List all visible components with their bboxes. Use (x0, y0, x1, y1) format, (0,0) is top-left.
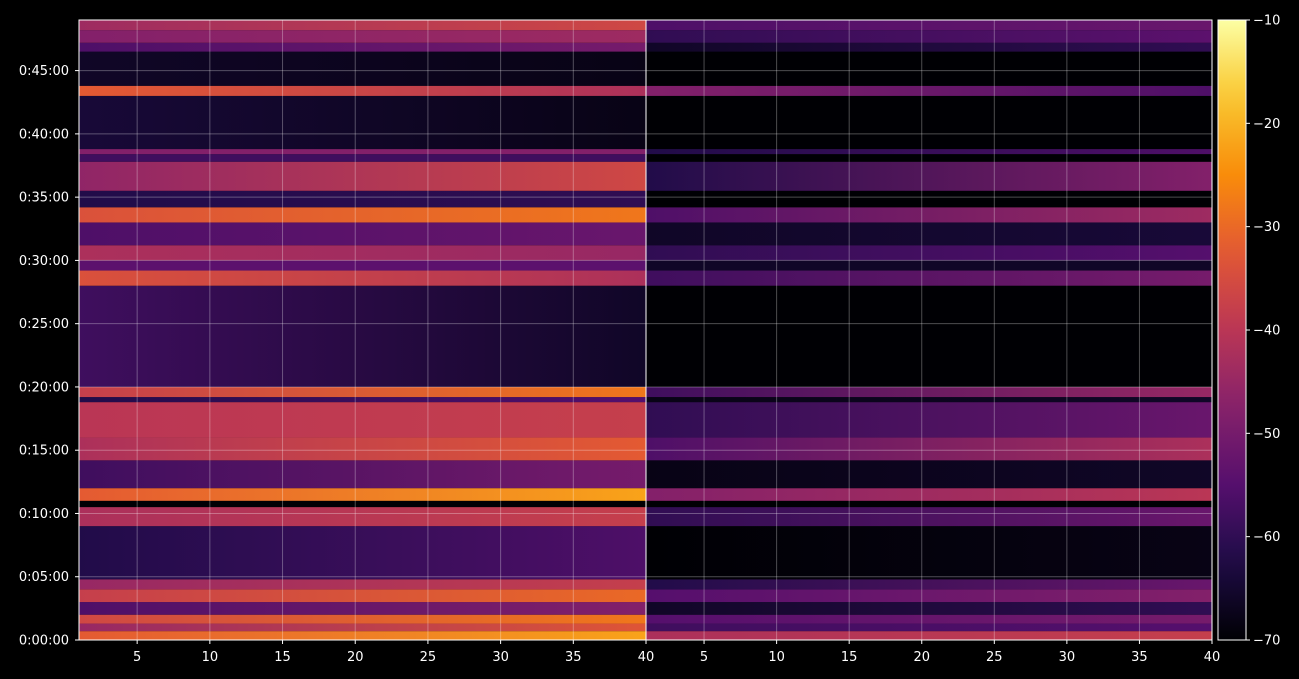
heatmap-band (79, 245, 646, 261)
heatmap-band (646, 207, 1212, 223)
heatmap-band (79, 602, 646, 615)
heatmap-band (79, 85, 646, 96)
heatmap-band (646, 154, 1212, 162)
heatmap-panel-left (79, 20, 646, 640)
heatmap-band (646, 402, 1212, 438)
y-tick-label: 0:15:00 (19, 444, 69, 459)
heatmap-band (646, 602, 1212, 615)
colorbar-tick-label: −40 (1253, 324, 1280, 339)
x-tick-label: 15 (274, 650, 291, 665)
heatmap-band (79, 270, 646, 286)
heatmap-band (646, 397, 1212, 403)
heatmap-band (79, 30, 646, 43)
heatmap-band (646, 507, 1212, 527)
heatmap-band (79, 161, 646, 191)
x-tick-label: 30 (1059, 650, 1076, 665)
heatmap-band (646, 85, 1212, 96)
heatmap-band (646, 30, 1212, 43)
heatmap-band (646, 488, 1212, 501)
heatmap-band (79, 149, 646, 155)
heatmap-band (79, 42, 646, 52)
x-tick-label: 25 (420, 650, 437, 665)
heatmap-band (79, 207, 646, 223)
heatmap-band (646, 270, 1212, 286)
colorbar-bar (1217, 19, 1247, 641)
heatmap-band (79, 190, 646, 208)
x-tick-label: 35 (1131, 650, 1148, 665)
heatmap-band (79, 437, 646, 461)
heatmap-band (646, 386, 1212, 398)
x-tick-label: 5 (700, 650, 708, 665)
heatmap-band (79, 614, 646, 624)
x-tick-label: 25 (986, 650, 1003, 665)
heatmap-band (646, 526, 1212, 580)
heatmap-band (79, 402, 646, 438)
x-tick-label: 20 (347, 650, 364, 665)
heatmap-band (646, 245, 1212, 261)
x-tick-label: 35 (565, 650, 582, 665)
heatmap-panel-right (646, 20, 1212, 640)
heatmap-band (79, 20, 646, 31)
heatmap-band (79, 285, 646, 387)
x-tick-label: 15 (841, 650, 858, 665)
heatmap-band (79, 386, 646, 398)
heatmap-band (646, 149, 1212, 155)
colorbar-tick-label: −60 (1253, 530, 1280, 545)
heatmap-band (646, 623, 1212, 632)
heatmap-band (646, 614, 1212, 624)
x-tick-label: 30 (492, 650, 509, 665)
y-tick-label: 0:00:00 (19, 634, 69, 649)
heatmap-band (646, 589, 1212, 603)
y-tick-label: 0:45:00 (19, 64, 69, 79)
x-tick-label: 40 (1204, 650, 1221, 665)
x-tick-label: 20 (913, 650, 930, 665)
colorbar-tick-label: −70 (1253, 634, 1280, 649)
heatmap-band (79, 589, 646, 603)
y-tick-label: 0:20:00 (19, 380, 69, 395)
heatmap-band (79, 460, 646, 489)
y-tick-label: 0:35:00 (19, 191, 69, 206)
heatmap-band (79, 526, 646, 580)
y-tick-label: 0:05:00 (19, 570, 69, 585)
spectrogram-chart: 0:00:00 0:05:00 0:10:00 0:15:00 0:20:00 0:25:… (0, 0, 1299, 679)
heatmap-band (646, 190, 1212, 208)
heatmap-band (646, 437, 1212, 461)
heatmap-band (79, 260, 646, 271)
colorbar-tick-label: −50 (1253, 427, 1280, 442)
y-tick-label: 0:10:00 (19, 507, 69, 522)
heatmap-band (646, 95, 1212, 150)
colorbar-tick-label: −30 (1253, 220, 1280, 235)
heatmap-band (79, 397, 646, 403)
x-tick-label: 10 (768, 650, 785, 665)
heatmap-band (646, 20, 1212, 31)
y-tick-label: 0:40:00 (19, 127, 69, 142)
heatmap-band (646, 631, 1212, 640)
heatmap-band (79, 623, 646, 632)
colorbar-tick-label: −10 (1253, 14, 1280, 29)
y-tick-label: 0:30:00 (19, 254, 69, 269)
x-tick-label: 40 (638, 650, 655, 665)
heatmap-band (646, 260, 1212, 271)
heatmap-band (646, 460, 1212, 489)
colorbar-tick-label: −20 (1253, 117, 1280, 132)
heatmap-band (79, 579, 646, 590)
x-tick-label: 10 (202, 650, 219, 665)
heatmap-band (79, 488, 646, 501)
heatmap-band (79, 507, 646, 527)
heatmap-band (79, 95, 646, 150)
heatmap-band (646, 579, 1212, 590)
heatmap-band (79, 51, 646, 86)
heatmap-band (646, 222, 1212, 246)
x-tick-label: 5 (133, 650, 141, 665)
heatmap-band (79, 154, 646, 162)
heatmap-band (646, 161, 1212, 191)
heatmap-band (79, 222, 646, 246)
heatmap-band (79, 631, 646, 640)
y-tick-label: 0:25:00 (19, 317, 69, 332)
heatmap-band (646, 285, 1212, 387)
heatmap-band (646, 42, 1212, 52)
heatmap-band (646, 51, 1212, 86)
